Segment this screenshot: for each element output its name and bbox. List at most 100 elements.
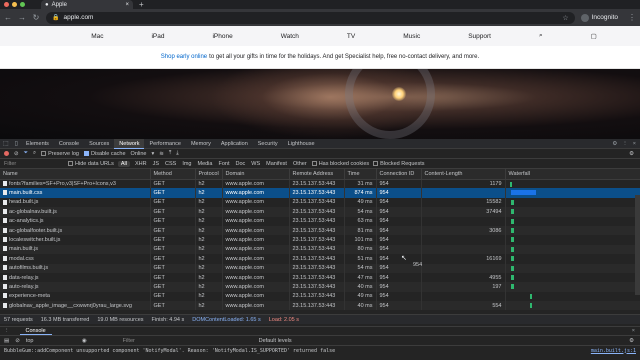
minimize-window-button[interactable] [12,2,17,7]
column-name[interactable]: Name [0,169,151,180]
filter-type-media[interactable]: Media [196,161,213,167]
filter-type-js[interactable]: JS [152,161,160,167]
tab-application[interactable]: Application [216,139,253,149]
tab-lighthouse[interactable]: Lighthouse [283,139,320,149]
export-icon[interactable]: ⤓ [176,150,178,157]
nav-item-ipad[interactable]: iPad [151,33,164,40]
nav-item-watch[interactable]: Watch [281,33,299,40]
log-levels-select[interactable]: Default levels [259,338,292,344]
table-row[interactable]: modal.css GET h2 www.apple.com 23.15.137.53:… [0,254,640,264]
cell-domain: www.apple.com [222,216,290,226]
network-settings-icon[interactable]: ⚙ [629,151,634,157]
device-toolbar-icon[interactable]: ▯ [15,140,18,147]
blocked-requests-checkbox[interactable]: Blocked Requests [373,161,425,167]
nav-item-tv[interactable]: TV [347,33,355,40]
table-row[interactable]: auto-relay.js GET h2 www.apple.com 23.15.137… [0,282,640,292]
filter-type-other[interactable]: Other [292,161,308,167]
nav-item-support[interactable]: Support [468,33,491,40]
table-row[interactable]: globalnav_apple_image__cxwwnrj0yrau_larg… [0,301,640,311]
table-row[interactable]: data-relay.js GET h2 www.apple.com 23.15.137… [0,272,640,283]
close-window-button[interactable] [4,2,9,7]
nav-item-mac[interactable]: Mac [91,33,103,40]
tab-performance[interactable]: Performance [144,139,186,149]
column-connection-id[interactable]: Connection ID [376,169,422,180]
zoom-window-button[interactable] [20,2,25,7]
clear-console-icon[interactable]: ⊘ [15,338,20,344]
search-icon[interactable]: ⌕ [539,32,543,40]
log-source-link[interactable]: main.built.js:1 [591,348,636,354]
clear-icon[interactable]: ⊘ [14,151,19,157]
column-protocol[interactable]: Protocol [195,169,223,180]
table-row[interactable]: ac-globalfooter.built.js GET h2 www.apple.c… [0,225,640,236]
address-bar[interactable]: 🔒 apple.com ☆ [46,11,575,24]
nav-item-iphone[interactable]: iPhone [212,33,232,40]
table-row[interactable]: main.built.js GET h2 www.apple.com 23.15.137… [0,244,640,255]
column-method[interactable]: Method [150,169,196,180]
search-network-icon[interactable]: ⌕ [33,150,36,157]
reload-icon[interactable]: ↻ [32,13,40,22]
column-remote-address[interactable]: Remote Address [289,169,345,180]
requests-scrollbar[interactable] [635,195,640,295]
column-waterfall[interactable]: Waterfall [505,169,640,180]
tab-sources[interactable]: Sources [84,139,114,149]
settings-gear-icon[interactable]: ⚙ [612,141,617,147]
filter-type-all[interactable]: All [117,160,130,167]
table-row[interactable]: fonts?families=SF+Pro,v3|SF+Pro+Icons,v3… [0,179,640,189]
forward-icon[interactable]: → [18,13,26,22]
eye-icon[interactable]: ◉ [82,338,87,344]
more-options-icon[interactable]: ⋮ [622,141,628,147]
profile-button[interactable]: Incognito [580,13,618,22]
record-icon[interactable] [4,151,9,156]
filter-type-ws[interactable]: WS [250,161,261,167]
column-time[interactable]: Time [344,169,377,180]
filter-type-css[interactable]: CSS [164,161,177,167]
table-row[interactable]: localeswitcher.built.js GET h2 www.apple.co… [0,235,640,245]
preserve-log-checkbox[interactable]: Preserve log [41,151,79,157]
filter-input[interactable]: Filter [4,161,64,167]
shop-early-link[interactable]: Shop early online [161,54,207,60]
console-filter-input[interactable]: Filter [123,338,223,344]
filter-type-img[interactable]: Img [181,161,192,167]
tab-network[interactable]: Network [114,138,145,149]
new-tab-button[interactable]: + [139,0,144,9]
table-row[interactable]: autofilms.built.js GET h2 www.apple.com 23.1… [0,263,640,273]
close-devtools-icon[interactable]: × [633,141,636,147]
tab-elements[interactable]: Elements [21,139,54,149]
throttle-select[interactable]: Online [131,151,147,157]
bag-icon[interactable]: ▢ [591,32,597,40]
filter-type-font[interactable]: Font [217,161,230,167]
tab-security[interactable]: Security [253,139,283,149]
wifi-icon[interactable]: ≋ [159,151,164,157]
column-content-length[interactable]: Content-Length [421,169,506,180]
close-drawer-icon[interactable]: × [632,328,635,334]
table-row[interactable]: head.built.js GET h2 www.apple.com 23.15.137… [0,197,640,208]
drawer-tab-console[interactable]: Console [19,328,52,335]
blocked-cookies-checkbox[interactable]: Has blocked cookies [311,161,369,167]
tab-console[interactable]: Console [54,139,84,149]
import-icon[interactable]: ⤒ [169,150,171,157]
hide-data-urls-checkbox[interactable]: Hide data URLs [68,161,114,167]
filter-type-xhr[interactable]: XHR [134,161,148,167]
table-row[interactable]: experience-meta GET h2 www.apple.com 23.15.1… [0,291,640,302]
menu-icon[interactable]: ⋮ [628,13,636,22]
inspect-element-icon[interactable]: ⬚ [3,140,9,147]
table-row[interactable]: ac-analytics.js GET h2 www.apple.com 23.15.1… [0,216,640,226]
browser-tab[interactable]: ● Apple × [41,0,133,9]
table-row[interactable]: ac-globalnav.built.js GET h2 www.apple.com 2… [0,207,640,217]
tab-close-icon[interactable]: × [125,2,129,8]
table-row[interactable]: main.built.css GET h2 www.apple.com 23.15.13… [0,188,640,198]
sidebar-toggle-icon[interactable]: ▤ [4,338,9,344]
nav-item-music[interactable]: Music [403,33,420,40]
load-time: Load: 2.05 s [268,316,300,323]
context-select[interactable]: top [26,338,76,344]
filter-type-doc[interactable]: Doc [234,161,246,167]
star-icon[interactable]: ☆ [562,14,568,22]
filter-type-manifest[interactable]: Manifest [265,161,288,167]
column-domain[interactable]: Domain [222,169,290,180]
tab-memory[interactable]: Memory [186,139,216,149]
disable-cache-checkbox[interactable]: Disable cache [84,151,126,157]
console-settings-icon[interactable]: ⚙ [629,338,634,344]
filter-icon[interactable]: ⏷ [24,150,28,157]
drawer-menu-icon[interactable]: ⋮ [4,328,10,334]
back-icon[interactable]: ← [4,13,12,22]
